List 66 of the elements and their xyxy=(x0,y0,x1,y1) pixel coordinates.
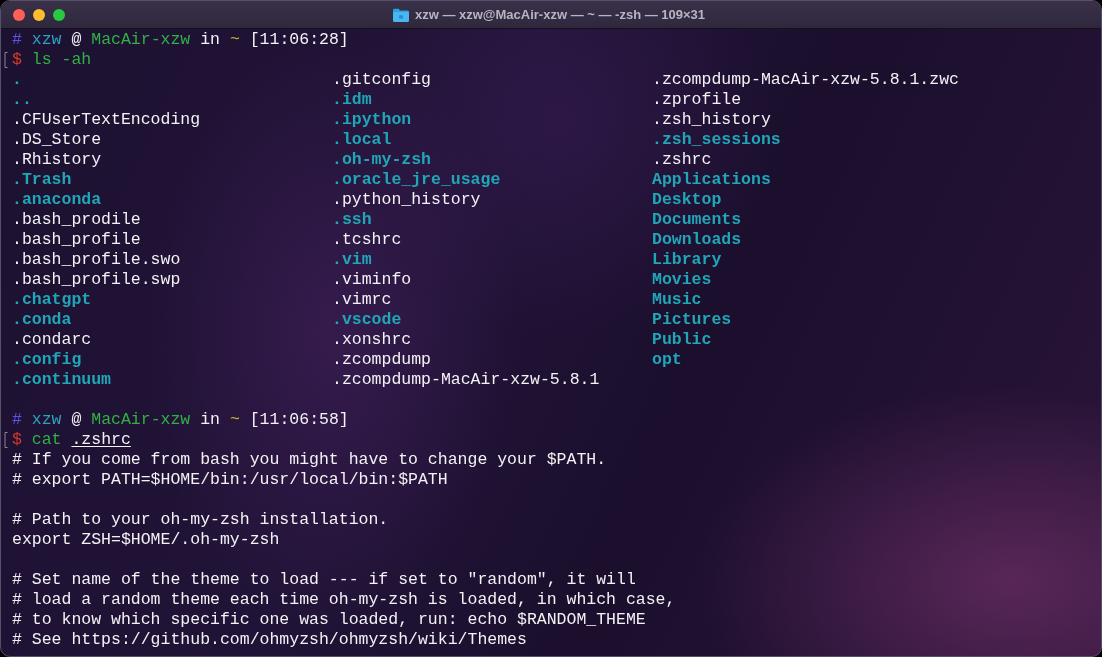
output-line: # Set name of the theme to load --- if set to "random", it will xyxy=(12,570,636,590)
file-name: .Rhistory xyxy=(12,150,102,170)
folder-name: .anaconda xyxy=(12,190,102,210)
close-button[interactable] xyxy=(13,8,25,21)
folder-name: .continuum xyxy=(12,370,112,390)
folder-name: .vim xyxy=(332,250,372,270)
folder-name: .oh-my-zsh xyxy=(332,150,432,170)
bracket-mark-icon xyxy=(4,52,8,68)
folder-name: . xyxy=(12,70,22,90)
window-title: xzw — xzw@MacAir-xzw — ~ — -zsh — 109×31 xyxy=(414,7,706,22)
output-line: # load a random theme each time oh-my-zsh is loaded, in which case, xyxy=(12,590,676,610)
command-line: $ cat .zshrc xyxy=(12,430,131,450)
folder-name: .local xyxy=(332,130,392,150)
folder-name: .Trash xyxy=(12,170,72,190)
file-name: .bash_profile.swo xyxy=(12,250,181,270)
output-line: # See https://github.com/ohmyzsh/ohmyzsh/wiki/Themes xyxy=(12,630,527,650)
file-name: .zcompdump-MacAir-xzw-5.8.1 xyxy=(332,370,600,390)
folder-name: .conda xyxy=(12,310,72,330)
file-name: .bash_profile xyxy=(12,230,141,250)
command-line: $ ls -ah xyxy=(12,50,92,70)
folder-icon xyxy=(392,7,409,22)
file-name: .tcshrc xyxy=(332,230,402,250)
file-name: .zshrc xyxy=(652,150,712,170)
prompt-line: # xzw @ MacAir-xzw in ~ [11:06:28] xyxy=(12,30,349,50)
prompt-line: # xzw @ MacAir-xzw in ~ [11:06:58] xyxy=(12,410,349,430)
folder-name: Public xyxy=(652,330,712,350)
folder-name: .ipython xyxy=(332,110,412,130)
output-line: # Path to your oh-my-zsh installation. xyxy=(12,510,389,530)
bracket-mark-icon xyxy=(4,432,8,448)
folder-name: .vscode xyxy=(332,310,402,330)
output-line: # If you come from bash you might have to change your $PATH. xyxy=(12,450,607,470)
folder-name: Movies xyxy=(652,270,712,290)
folder-name: .config xyxy=(12,350,82,370)
file-name: .zcompdump xyxy=(332,350,432,370)
file-name: .viminfo xyxy=(332,270,412,290)
folder-name: .idm xyxy=(332,90,372,110)
file-name: .xonshrc xyxy=(332,330,412,350)
folder-name: .. xyxy=(12,90,32,110)
folder-name: Applications xyxy=(652,170,771,190)
output-line: # to know which specific one was loaded, run: echo $RANDOM_THEME xyxy=(12,610,646,630)
file-name: .zsh_history xyxy=(652,110,771,130)
folder-name: .chatgpt xyxy=(12,290,92,310)
file-name: .condarc xyxy=(12,330,92,350)
file-name: .gitconfig xyxy=(332,70,432,90)
folder-name: opt xyxy=(652,350,682,370)
folder-name: Desktop xyxy=(652,190,722,210)
file-name: .vimrc xyxy=(332,290,392,310)
folder-name: Downloads xyxy=(652,230,742,250)
output-line: # export PATH=$HOME/bin:/usr/local/bin:$PATH xyxy=(12,470,448,490)
minimize-button[interactable] xyxy=(33,8,45,21)
folder-name: .oracle_jre_usage xyxy=(332,170,501,190)
folder-name: Music xyxy=(652,290,702,310)
file-name: .zprofile xyxy=(652,90,742,110)
folder-name: Documents xyxy=(652,210,742,230)
folder-name: .zsh_sessions xyxy=(652,130,781,150)
file-name: .bash_profile.swp xyxy=(12,270,181,290)
output-line: export ZSH=$HOME/.oh-my-zsh xyxy=(12,530,280,550)
file-name: .bash_prodile xyxy=(12,210,141,230)
folder-name: Pictures xyxy=(652,310,732,330)
file-name: .zcompdump-MacAir-xzw-5.8.1.zwc xyxy=(652,70,959,90)
file-name: .python_history xyxy=(332,190,481,210)
zoom-button[interactable] xyxy=(53,8,65,21)
file-name: .DS_Store xyxy=(12,130,102,150)
file-name: .CFUserTextEncoding xyxy=(12,110,201,130)
folder-name: Library xyxy=(652,250,722,270)
folder-name: .ssh xyxy=(332,210,372,230)
